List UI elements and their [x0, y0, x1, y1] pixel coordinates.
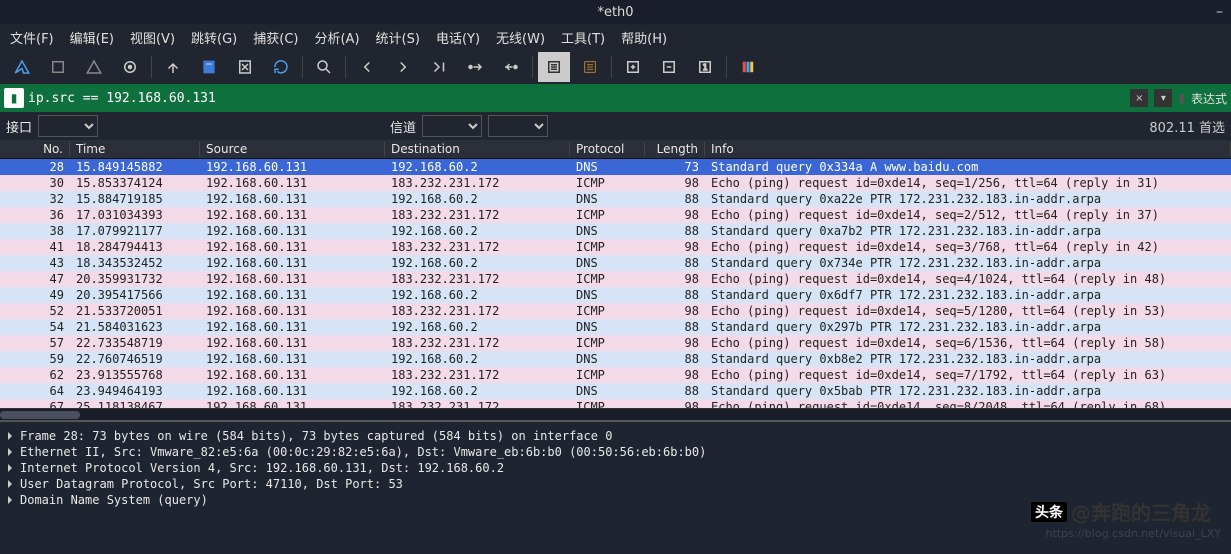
- packet-row[interactable]: 6423.949464193192.168.60.131192.168.60.2…: [0, 383, 1231, 399]
- expand-icon[interactable]: [8, 432, 12, 440]
- restart-capture-icon[interactable]: [78, 52, 110, 82]
- col-length[interactable]: Length: [645, 142, 705, 156]
- jump-icon[interactable]: [423, 52, 455, 82]
- menu-edit[interactable]: 编辑(E): [64, 26, 120, 49]
- packet-row[interactable]: 3817.079921177192.168.60.131192.168.60.2…: [0, 223, 1231, 239]
- resize-columns-icon[interactable]: [732, 52, 764, 82]
- next-packet-icon[interactable]: [387, 52, 419, 82]
- packet-row[interactable]: 6223.913555768192.168.60.131183.232.231.…: [0, 367, 1231, 383]
- col-no[interactable]: No.: [0, 142, 70, 156]
- packet-row[interactable]: 5421.584031623192.168.60.131192.168.60.2…: [0, 319, 1231, 335]
- zoom-reset-icon[interactable]: 1: [689, 52, 721, 82]
- menu-bar: 文件(F) 编辑(E) 视图(V) 跳转(G) 捕获(C) 分析(A) 统计(S…: [0, 24, 1231, 50]
- menu-stats[interactable]: 统计(S): [370, 26, 426, 49]
- packet-row[interactable]: 5722.733548719192.168.60.131183.232.231.…: [0, 335, 1231, 351]
- packet-row[interactable]: 4720.359931732192.168.60.131183.232.231.…: [0, 271, 1231, 287]
- col-source[interactable]: Source: [200, 142, 385, 156]
- menu-capture[interactable]: 捕获(C): [247, 26, 304, 49]
- interface-label: 接口: [6, 117, 32, 136]
- minimize-icon[interactable]: –: [1216, 4, 1223, 20]
- menu-wireless[interactable]: 无线(W): [490, 26, 551, 49]
- menu-analyze[interactable]: 分析(A): [308, 26, 365, 49]
- first-packet-icon[interactable]: [459, 52, 491, 82]
- window-title: *eth0: [597, 5, 633, 20]
- packet-list[interactable]: No. Time Source Destination Protocol Len…: [0, 140, 1231, 420]
- col-protocol[interactable]: Protocol: [570, 142, 645, 156]
- menu-telephony[interactable]: 电话(Y): [430, 26, 486, 49]
- packet-row[interactable]: 3617.031034393192.168.60.131183.232.231.…: [0, 207, 1231, 223]
- auto-scroll-icon[interactable]: [538, 52, 570, 82]
- filter-bookmark-icon[interactable]: ▮: [4, 88, 24, 108]
- packet-row[interactable]: 3015.853374124192.168.60.131183.232.231.…: [0, 175, 1231, 191]
- capture-options-icon[interactable]: [114, 52, 146, 82]
- menu-tools[interactable]: 工具(T): [555, 26, 611, 49]
- wifi-prefs-button[interactable]: 802.11 首选: [1149, 117, 1225, 136]
- shark-fin-icon[interactable]: [6, 52, 38, 82]
- menu-file[interactable]: 文件(F): [4, 26, 60, 49]
- packet-row[interactable]: 5922.760746519192.168.60.131192.168.60.2…: [0, 351, 1231, 367]
- display-filter-bar: ▮ ip.src == 192.168.60.131 × ▾ ▮ 表达式: [0, 84, 1231, 112]
- channel-label: 信道: [390, 117, 416, 136]
- channel-select[interactable]: [422, 115, 482, 137]
- packet-row[interactable]: 2815.849145882192.168.60.131192.168.60.2…: [0, 159, 1231, 175]
- packet-row[interactable]: 3215.884719185192.168.60.131192.168.60.2…: [0, 191, 1231, 207]
- expand-icon[interactable]: [8, 448, 12, 456]
- zoom-out-icon[interactable]: [653, 52, 685, 82]
- expand-icon[interactable]: [8, 480, 12, 488]
- detail-line[interactable]: Ethernet II, Src: Vmware_82:e5:6a (00:0c…: [8, 444, 1223, 460]
- menu-go[interactable]: 跳转(G): [185, 26, 243, 49]
- detail-line[interactable]: Frame 28: 73 bytes on wire (584 bits), 7…: [8, 428, 1223, 444]
- expand-icon[interactable]: [8, 496, 12, 504]
- expand-icon[interactable]: [8, 464, 12, 472]
- expression-button[interactable]: 表达式: [1191, 90, 1227, 107]
- wireless-toolbar: 接口 信道 802.11 首选: [0, 112, 1231, 140]
- packet-row[interactable]: 4118.284794413192.168.60.131183.232.231.…: [0, 239, 1231, 255]
- svg-text:1: 1: [703, 63, 708, 72]
- channel-width-select[interactable]: [488, 115, 548, 137]
- detail-line[interactable]: User Datagram Protocol, Src Port: 47110,…: [8, 476, 1223, 492]
- close-file-icon[interactable]: [229, 52, 261, 82]
- interface-select[interactable]: [38, 115, 98, 137]
- menu-help[interactable]: 帮助(H): [615, 26, 673, 49]
- col-info[interactable]: Info: [705, 142, 1231, 156]
- open-file-icon[interactable]: [157, 52, 189, 82]
- packet-rows[interactable]: 2815.849145882192.168.60.131192.168.60.2…: [0, 159, 1231, 408]
- title-bar: *eth0 –: [0, 0, 1231, 24]
- watermark-url: https://blog.csdn.net/visual_LXY: [1045, 527, 1221, 540]
- zoom-in-icon[interactable]: [617, 52, 649, 82]
- detail-line[interactable]: Internet Protocol Version 4, Src: 192.16…: [8, 460, 1223, 476]
- packet-row[interactable]: 4920.395417566192.168.60.131192.168.60.2…: [0, 287, 1231, 303]
- filter-apply-icon[interactable]: ▾: [1154, 89, 1172, 107]
- col-destination[interactable]: Destination: [385, 142, 570, 156]
- display-filter-input[interactable]: ip.src == 192.168.60.131: [28, 91, 216, 106]
- packet-row[interactable]: 5221.533720051192.168.60.131183.232.231.…: [0, 303, 1231, 319]
- packet-list-header: No. Time Source Destination Protocol Len…: [0, 140, 1231, 159]
- toolbar: 1: [0, 50, 1231, 84]
- last-packet-icon[interactable]: [495, 52, 527, 82]
- packet-row[interactable]: 4318.343532452192.168.60.131192.168.60.2…: [0, 255, 1231, 271]
- filter-clear-icon[interactable]: ×: [1130, 89, 1148, 107]
- colorize-icon[interactable]: [574, 52, 606, 82]
- horizontal-scrollbar[interactable]: [0, 408, 1231, 420]
- watermark-logo: 头条 @奔跑的三角龙: [1031, 497, 1211, 526]
- col-time[interactable]: Time: [70, 142, 200, 156]
- packet-row[interactable]: 6725.118138467192.168.60.131183.232.231.…: [0, 399, 1231, 408]
- find-icon[interactable]: [308, 52, 340, 82]
- stop-capture-icon[interactable]: [42, 52, 74, 82]
- prev-packet-icon[interactable]: [351, 52, 383, 82]
- save-file-icon[interactable]: [193, 52, 225, 82]
- menu-view[interactable]: 视图(V): [124, 26, 181, 49]
- reload-icon[interactable]: [265, 52, 297, 82]
